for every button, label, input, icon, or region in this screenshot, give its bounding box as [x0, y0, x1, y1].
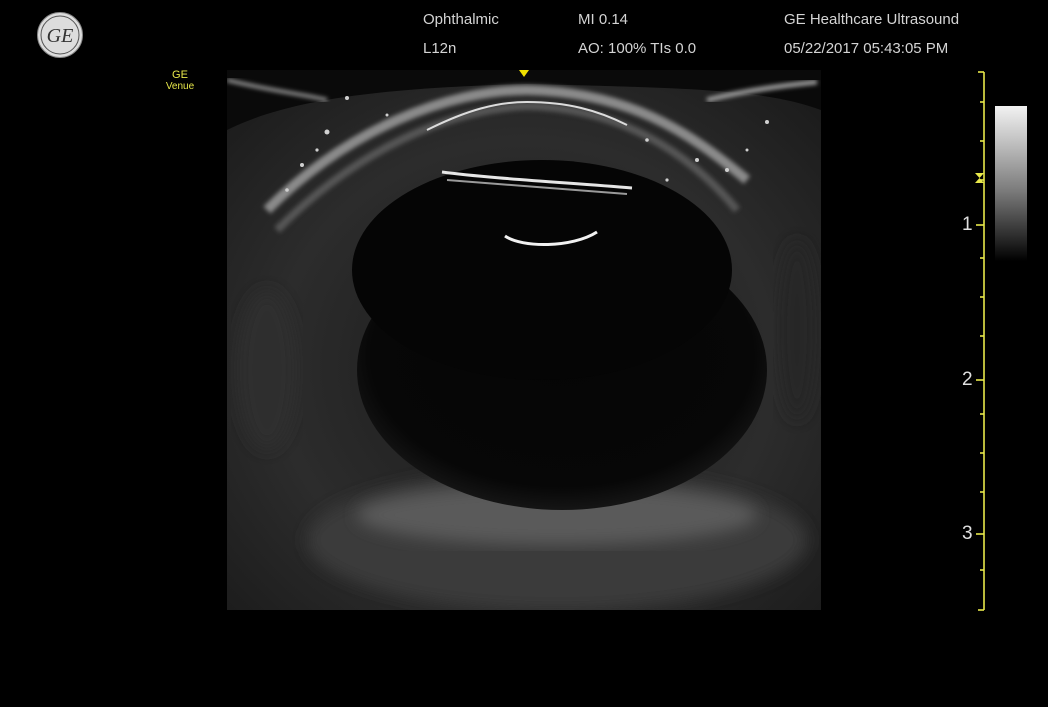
datetime-label: 05/22/2017 05:43:05 PM [784, 40, 949, 57]
mi-readout: MI 0.14 [578, 11, 629, 28]
depth-label-3: 3 [962, 523, 973, 544]
grayscale-map-bar [995, 106, 1027, 261]
probe-label: L12n [423, 40, 457, 57]
device-model: Venue [165, 81, 195, 92]
device-model-label: GE Venue [150, 69, 210, 93]
ge-logo-icon: GE [36, 11, 84, 59]
ultrasound-image[interactable] [226, 70, 821, 610]
device-brand: GE [172, 69, 188, 81]
preset-label: Ophthalmic [423, 11, 499, 28]
focus-marker-icon [519, 70, 529, 77]
svg-text:GE: GE [47, 25, 74, 47]
depth-label-2: 2 [962, 369, 973, 390]
vendor-label: GE Healthcare Ultrasound [784, 11, 960, 28]
ao-tis-readout: AO: 100% TIs 0.0 [578, 40, 697, 57]
depth-label-1: 1 [962, 214, 973, 235]
